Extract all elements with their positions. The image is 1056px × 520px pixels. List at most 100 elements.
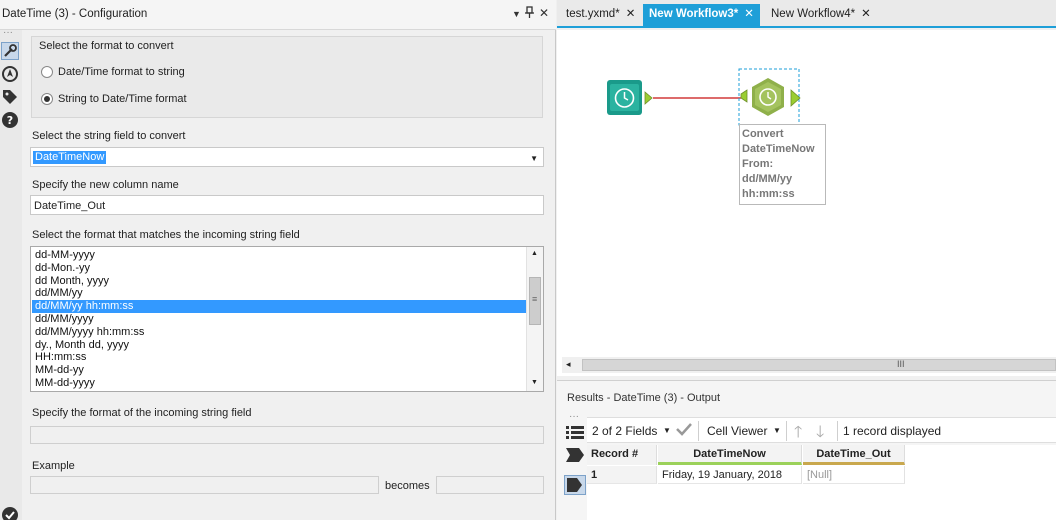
string-field-select[interactable]: DateTimeNow ▼ (30, 147, 544, 167)
format-list-item[interactable]: dd/MM/yyyy hh:mm:ss (32, 326, 527, 339)
output-tag-icon[interactable] (566, 448, 584, 462)
radio-button[interactable] (41, 66, 53, 78)
chevron-down-icon[interactable]: ▼ (530, 154, 538, 163)
radio-string-to-datetime[interactable]: String to Date/Time format (41, 93, 241, 107)
tab-label: New Workflow3* (649, 8, 739, 20)
apply-check-icon[interactable] (675, 421, 693, 440)
input-tool-icon[interactable] (607, 80, 653, 115)
example-input[interactable] (30, 476, 379, 494)
tab-label: New Workflow4* (771, 8, 856, 20)
close-icon[interactable]: ✕ (744, 8, 754, 20)
tab-label: test.yxmd* (566, 8, 620, 20)
convert-group-label: Select the format to convert (39, 40, 174, 52)
results-title: Results - DateTime (3) - Output (567, 392, 721, 404)
configuration-pane: DateTime (3) - Configuration ▼ ✕ ··· ? S… (0, 0, 556, 520)
close-icon[interactable]: ✕ (861, 8, 871, 20)
close-icon[interactable]: ✕ (626, 8, 636, 20)
becomes-label: becomes (385, 480, 430, 492)
toolbar-divider (698, 421, 699, 441)
format-list-item[interactable]: dd Month, yyyy (32, 275, 527, 288)
tab-new-workflow4[interactable]: New Workflow4* ✕ (765, 4, 877, 26)
output-anchor-icon[interactable] (564, 475, 586, 495)
column-header-datetimenow[interactable]: DateTimeNow (658, 445, 802, 465)
arrow-down-icon[interactable]: 🡓 (816, 421, 824, 448)
cell-datetime-out[interactable]: [Null] (803, 466, 905, 484)
results-pane: Results - DateTime (3) - Output ··· 2 of… (557, 380, 1056, 520)
results-grip: ··· (569, 411, 579, 422)
check-circle-icon[interactable] (1, 506, 19, 520)
workflow-canvas[interactable]: Convert DateTimeNow From: dd/MM/yy hh:mm… (557, 30, 1056, 376)
list-scrollbar[interactable]: ▲ ≡ ▼ (526, 247, 543, 391)
format-list-label: Select the format that matches the incom… (32, 229, 300, 241)
results-toolbar: 2 of 2 Fields ▼ Cell Viewer ▼ 🡑 🡓 1 reco… (587, 417, 1056, 443)
format-list-item[interactable]: dd-MM-yyyy (32, 249, 527, 262)
svg-text:?: ? (7, 114, 13, 127)
fields-dropdown[interactable]: 2 of 2 Fields (592, 424, 657, 438)
tab-new-workflow3[interactable]: New Workflow3* ✕ (643, 4, 760, 26)
format-list-item[interactable]: dd/MM/yy hh:mm:ss (32, 300, 527, 314)
format-list-item[interactable]: dd/MM/yy (32, 287, 527, 300)
strip-grip: ··· (3, 27, 13, 38)
annotation-line: From: (742, 158, 774, 170)
column-header-record[interactable]: Record # (587, 445, 657, 465)
radio-label: String to Date/Time format (58, 93, 187, 105)
format-list-item[interactable]: MM-dd-yy (32, 364, 527, 377)
annotation-line: dd/MM/yy (742, 173, 793, 185)
example-output[interactable] (436, 476, 544, 494)
thumb-grip-icon: ≡ (532, 294, 538, 304)
toolbar-divider (786, 421, 787, 441)
record-count: 1 record displayed (843, 424, 942, 438)
format-list-item[interactable]: dd/MM/yyyy (32, 313, 527, 326)
results-grid[interactable]: Record # DateTimeNow DateTime_Out 1 Frid… (587, 445, 1056, 520)
format-list-item[interactable]: dd-Mon.-yy (32, 262, 527, 275)
new-column-label: Specify the new column name (32, 179, 179, 191)
wrench-icon[interactable] (1, 42, 19, 60)
scroll-left-icon[interactable]: ◂ (566, 359, 571, 370)
workflow-tabs: test.yxmd* ✕ New Workflow3* ✕ New Workflow… (557, 0, 1056, 28)
radio-label: Date/Time format to string (58, 66, 185, 78)
toolbar-divider (837, 421, 838, 441)
tool-annotation: Convert DateTimeNow From: dd/MM/yy hh:mm… (739, 124, 826, 205)
string-field-value: DateTimeNow (33, 151, 107, 164)
config-tool-strip: ··· ? (0, 27, 22, 520)
string-field-label: Select the string field to convert (32, 130, 186, 142)
datetime-tool-icon[interactable] (740, 78, 801, 116)
radio-datetime-to-string[interactable]: Date/Time format to string (41, 66, 241, 80)
format-list-item[interactable]: dy., Month dd, yyyy (32, 339, 527, 352)
help-icon[interactable]: ? (1, 111, 19, 129)
scroll-down-icon[interactable]: ▼ (531, 379, 538, 386)
format-list-item[interactable]: HH:mm:ss (32, 351, 527, 364)
chevron-down-icon[interactable]: ▼ (773, 426, 781, 435)
dropdown-arrow-icon[interactable]: ▼ (512, 9, 521, 19)
annotation-line: Convert (742, 128, 784, 140)
close-icon[interactable]: ✕ (539, 6, 549, 20)
format-list-item[interactable]: MM-dd-yyyy (32, 377, 527, 390)
chevron-down-icon[interactable]: ▼ (663, 426, 671, 435)
incoming-format-label: Specify the format of the incoming strin… (32, 407, 252, 419)
example-label: Example (32, 460, 75, 472)
config-header: DateTime (3) - Configuration ▼ ✕ (0, 0, 556, 30)
config-title: DateTime (3) - Configuration (2, 8, 148, 20)
tab-test-yxmd[interactable]: test.yxmd* ✕ (560, 4, 641, 26)
annotation-line: DateTimeNow (742, 143, 815, 155)
column-header-datetime-out[interactable]: DateTime_Out (803, 445, 905, 465)
hscroll-thumb[interactable]: III (582, 359, 1056, 371)
tag-icon[interactable] (1, 88, 19, 106)
incoming-format-input[interactable] (30, 426, 544, 444)
cell-datetimenow[interactable]: Friday, 19 January, 2018 (658, 466, 802, 484)
radio-button-selected[interactable] (41, 93, 53, 105)
annotation-line: hh:mm:ss (742, 188, 795, 200)
canvas-horizontal-scrollbar[interactable]: ◂ III (562, 357, 1056, 373)
list-icon[interactable] (566, 425, 584, 441)
new-column-value: DateTime_Out (34, 200, 106, 212)
scroll-thumb[interactable]: ≡ (529, 277, 541, 325)
pin-icon[interactable] (524, 6, 535, 22)
cell-record[interactable]: 1 (587, 466, 657, 484)
new-column-input[interactable]: DateTime_Out (30, 195, 544, 215)
navigate-icon[interactable] (1, 65, 19, 83)
format-listbox[interactable]: dd-MM-yyyy dd-Mon.-yy dd Month, yyyy dd/MM/… (30, 246, 544, 392)
scroll-up-icon[interactable]: ▲ (531, 250, 538, 257)
cell-viewer-dropdown[interactable]: Cell Viewer (707, 424, 767, 438)
thumb-grip-icon: III (897, 359, 905, 369)
arrow-up-icon[interactable]: 🡑 (794, 421, 802, 448)
